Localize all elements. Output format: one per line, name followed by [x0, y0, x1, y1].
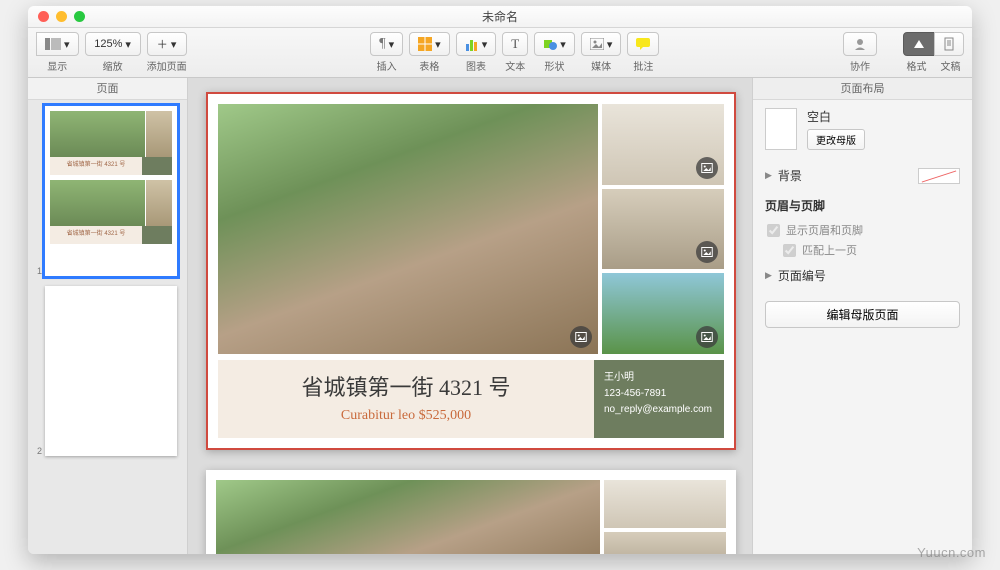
headerfooter-title: 页眉与页脚 [765, 197, 960, 214]
background-section[interactable]: ▶背景 [765, 160, 960, 191]
disclosure-icon: ▶ [765, 170, 772, 181]
agent-email: no_reply@example.com [604, 402, 714, 418]
main-photo[interactable] [216, 480, 600, 554]
agent-phone: 123-456-7891 [604, 386, 714, 402]
page-number: 2 [34, 446, 42, 456]
change-master-button[interactable]: 更改母版 [807, 129, 865, 150]
image-placeholder-button[interactable] [570, 326, 592, 348]
window-title: 未命名 [28, 8, 972, 25]
listing-price: Curabitur leo $525,000 [222, 408, 590, 424]
text-button[interactable]: T [502, 32, 528, 56]
match-previous-checkbox[interactable]: 匹配上一页 [765, 240, 960, 260]
toolbar: ▾ 显示 125% ▾ 缩放 ＋ ▾ 添加页面 ¶ ▾插入 ▾表格 ▾图表 T文… [28, 28, 972, 78]
zoom-select[interactable]: 125% ▾ [85, 32, 141, 56]
zoom-button[interactable] [74, 11, 85, 22]
listing-card[interactable]: 省城镇第一街 4321 号 Curabitur leo $525,000 王小明… [206, 92, 736, 450]
titlebar: 未命名 [28, 6, 972, 28]
media-button[interactable]: ▾ [581, 32, 622, 56]
image-placeholder-button[interactable] [696, 241, 718, 263]
photo-living[interactable] [602, 189, 724, 270]
document-page[interactable]: 省城镇第一街 4321 号 Curabitur leo $525,000 王小明… [206, 92, 736, 450]
photo-playground[interactable] [602, 273, 724, 354]
page-numbering-section[interactable]: ▶页面编号 [765, 260, 960, 291]
content-area: 页面 1 省城镇第一街 4321 号 省城镇第一街 4321 号 2 [28, 78, 972, 554]
zoom-label: 缩放 [103, 58, 123, 73]
main-photo[interactable] [218, 104, 598, 354]
sidebar-header: 页面 [28, 78, 187, 100]
chart-button[interactable]: ▾ [456, 32, 497, 56]
layout-name: 空白 [807, 108, 865, 125]
image-placeholder-button[interactable] [696, 326, 718, 348]
page-canvas[interactable]: 省城镇第一街 4321 号 Curabitur leo $525,000 王小明… [188, 78, 752, 554]
collaborate-button[interactable] [843, 32, 877, 56]
document-page[interactable] [206, 470, 736, 554]
agent-name: 王小明 [604, 370, 714, 386]
watermark: Yuucn.com [917, 545, 986, 560]
page-thumbnail-2[interactable] [45, 286, 177, 456]
show-header-footer-checkbox[interactable]: 显示页眉和页脚 [765, 220, 960, 240]
shape-button[interactable]: ▾ [534, 32, 575, 56]
format-tab[interactable] [903, 32, 935, 56]
disclosure-icon: ▶ [765, 270, 772, 281]
page-thumbnail-1[interactable]: 省城镇第一街 4321 号 省城镇第一街 4321 号 [45, 106, 177, 276]
view-button[interactable]: ▾ [36, 32, 79, 56]
close-button[interactable] [38, 11, 49, 22]
listing-address: 省城镇第一街 4321 号 [222, 370, 590, 402]
insert-button[interactable]: ¶ ▾ [370, 32, 403, 56]
agent-block[interactable]: 王小明 123-456-7891 no_reply@example.com [594, 360, 724, 438]
pages-sidebar: 页面 1 省城镇第一街 4321 号 省城镇第一街 4321 号 2 [28, 78, 188, 554]
minimize-button[interactable] [56, 11, 67, 22]
photo-kitchen[interactable] [604, 480, 726, 528]
background-swatch[interactable] [918, 168, 960, 184]
image-placeholder-button[interactable] [696, 157, 718, 179]
listing-title-block[interactable]: 省城镇第一街 4321 号 Curabitur leo $525,000 [218, 360, 594, 438]
edit-master-pages-button[interactable]: 编辑母版页面 [765, 301, 960, 328]
add-page-button[interactable]: ＋ ▾ [147, 32, 187, 56]
photo-living[interactable] [604, 532, 726, 554]
layout-thumbnail [765, 108, 797, 150]
table-button[interactable]: ▾ [409, 32, 450, 56]
app-window: 未命名 ▾ 显示 125% ▾ 缩放 ＋ ▾ 添加页面 ¶ ▾插入 ▾表格 ▾图… [28, 6, 972, 554]
comment-button[interactable] [627, 32, 659, 56]
window-controls [28, 11, 85, 22]
format-inspector: 页面布局 空白 更改母版 ▶背景 页眉与页脚 显示页眉和页脚 匹配上一页 ▶页面… [752, 78, 972, 554]
inspector-header: 页面布局 [753, 78, 972, 100]
add-page-label: 添加页面 [147, 58, 187, 73]
page-thumbnails[interactable]: 1 省城镇第一街 4321 号 省城镇第一街 4321 号 2 [28, 100, 187, 554]
view-label: 显示 [47, 58, 67, 73]
page-number: 1 [34, 266, 42, 276]
photo-kitchen[interactable] [602, 104, 724, 185]
document-tab[interactable] [934, 32, 964, 56]
